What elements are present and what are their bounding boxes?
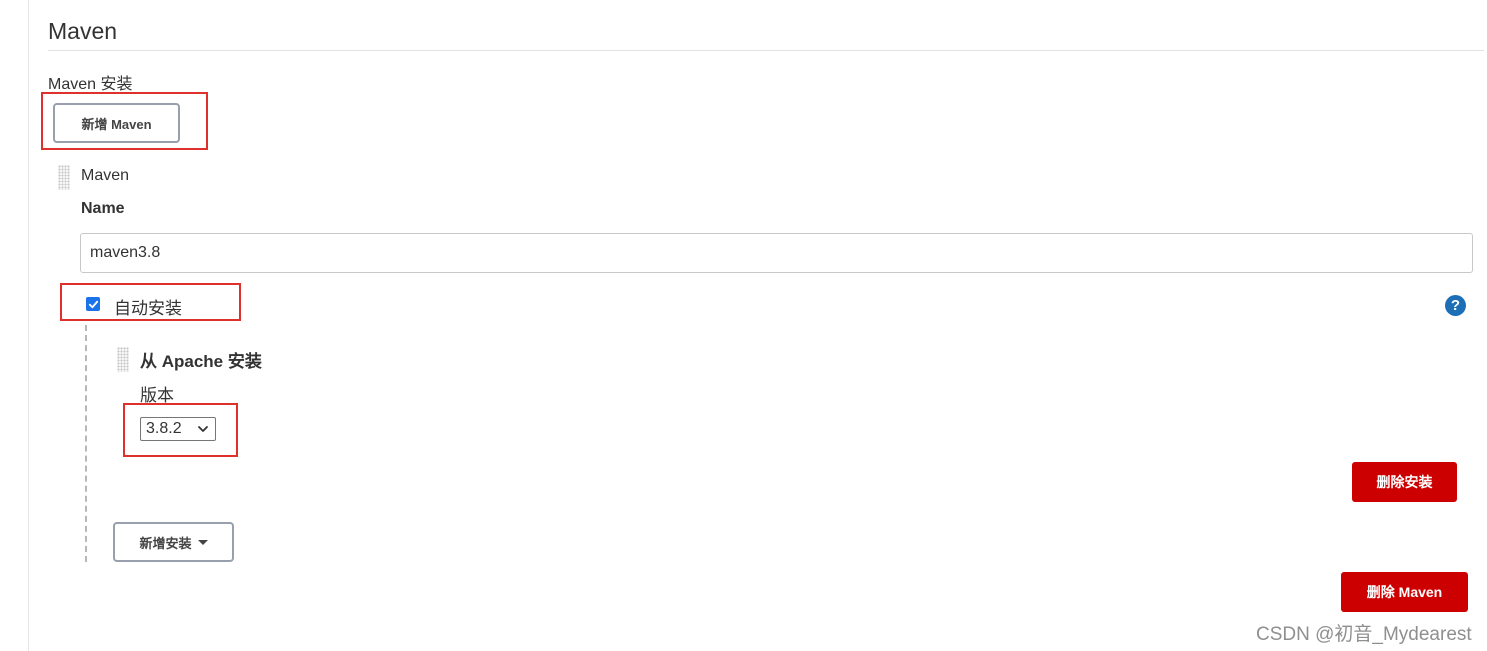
name-input[interactable] [80,233,1473,273]
installer-nesting-line [85,325,87,562]
auto-install-label[interactable]: 自动安装 [114,294,182,319]
add-installer-label: 新增安装 [139,535,192,551]
left-border [28,0,29,651]
drag-handle-icon[interactable] [58,165,70,190]
version-label: 版本 [140,386,174,405]
watermark: CSDN @初音_Mydearest [1256,624,1472,645]
check-icon [88,300,98,308]
section-divider [48,50,1484,51]
add-installer-button[interactable]: 新增安装 [113,522,234,562]
add-maven-button[interactable]: 新增 Maven [53,103,180,143]
delete-maven-button[interactable]: 删除 Maven [1341,572,1468,612]
maven-config-page: Maven Maven 安装 新增 Maven Maven Name 自动安装 … [0,0,1487,651]
maven-item-title: Maven [81,167,130,184]
help-icon[interactable]: ? [1445,295,1466,316]
chevron-down-icon [198,426,208,432]
section-title: Maven [48,18,118,44]
name-label: Name [81,200,125,217]
drag-handle-icon[interactable] [117,347,129,372]
auto-install-checkbox[interactable] [86,297,100,311]
version-select[interactable]: 3.8.2 [140,417,216,441]
delete-installer-button[interactable]: 删除安装 [1352,462,1457,502]
maven-installations-label: Maven 安装 [48,76,133,93]
installer-title: 从 Apache 安装 [140,352,262,371]
caret-down-icon [197,539,208,545]
version-select-value: 3.8.2 [146,420,182,437]
